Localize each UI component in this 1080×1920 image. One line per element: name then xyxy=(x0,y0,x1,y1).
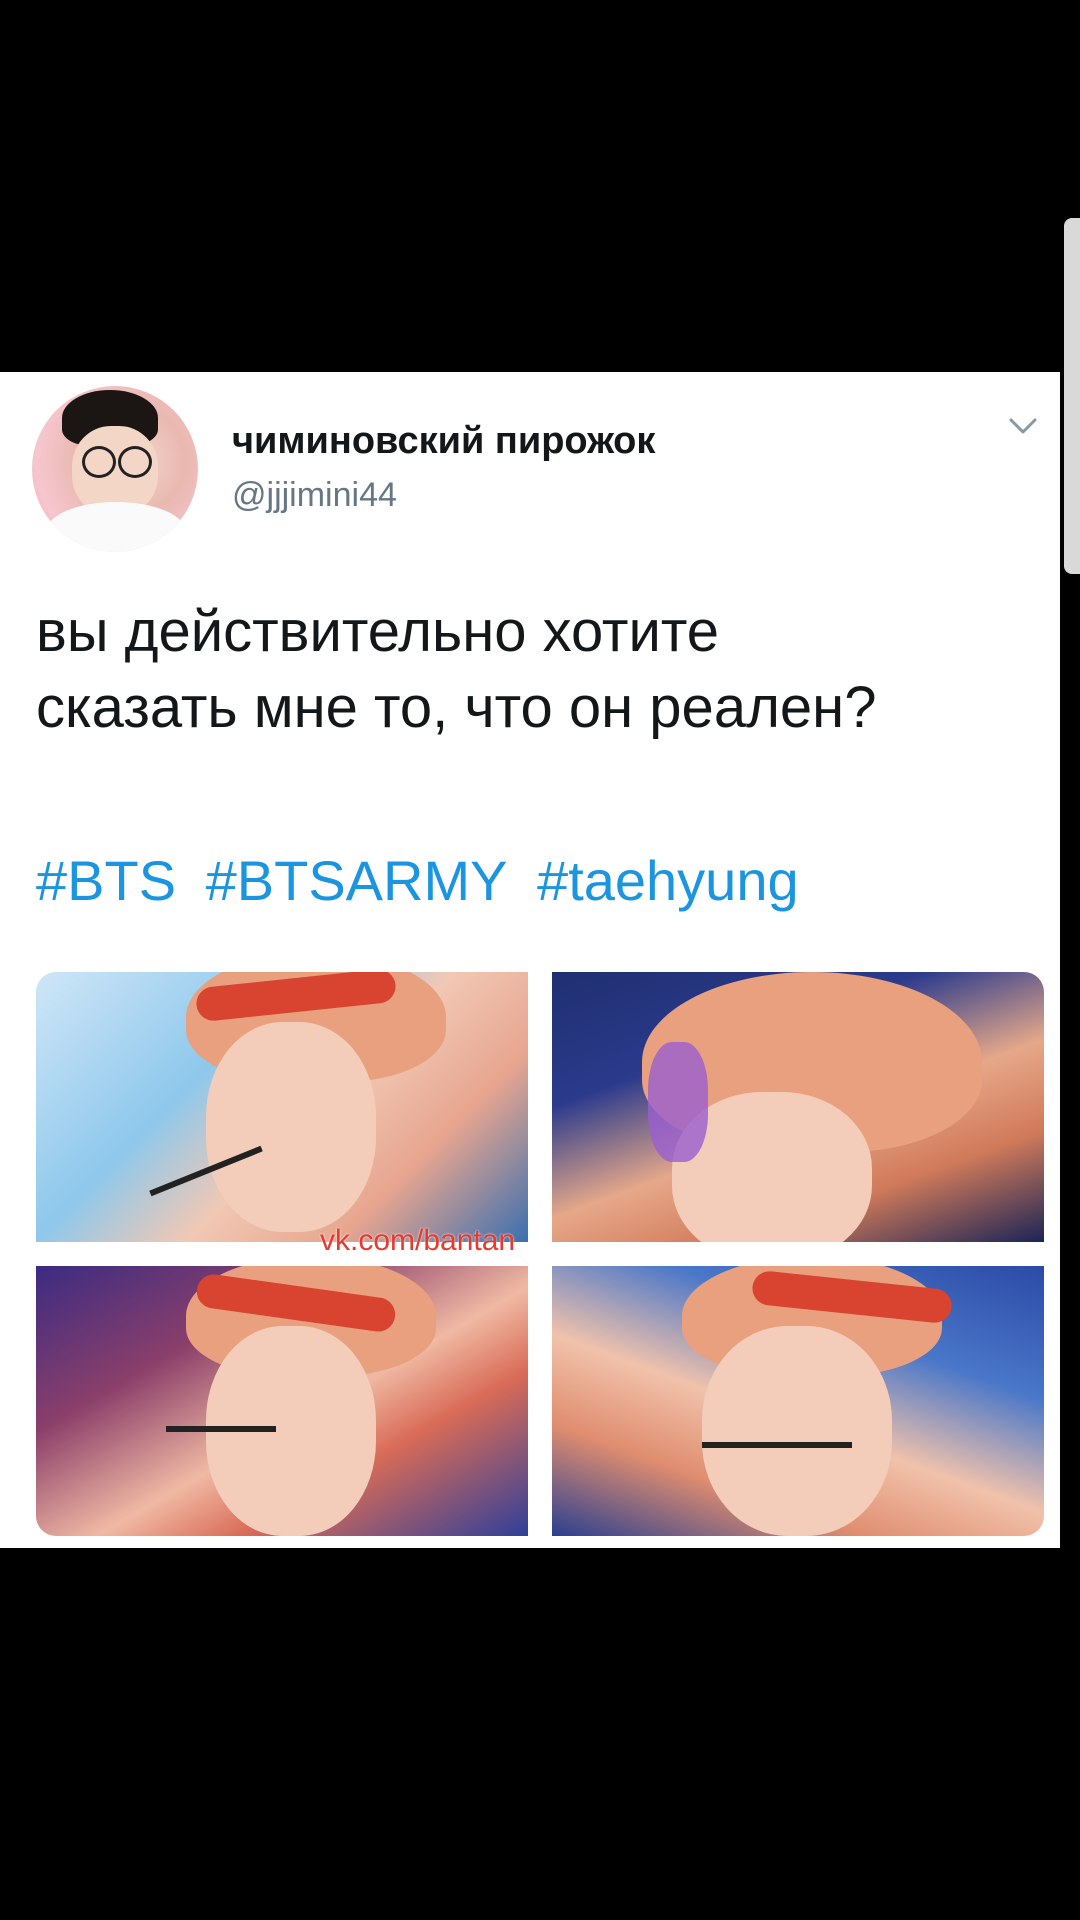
tweet-text: вы действительно хотите сказать мне то, … xyxy=(36,594,1036,746)
user-handle[interactable]: @jjjimini44 xyxy=(232,476,397,515)
scroll-indicator[interactable] xyxy=(1064,218,1080,574)
photo-purple-hair xyxy=(648,1042,708,1162)
avatar-glasses-right xyxy=(118,446,152,478)
display-name[interactable]: чиминовский пирожок xyxy=(232,420,655,463)
hashtag-bts[interactable]: #BTS xyxy=(36,849,176,912)
photo-microphone xyxy=(166,1426,276,1432)
screen: чиминовский пирожок @jjjimini44 вы дейст… xyxy=(0,0,1080,1920)
hashtags: #BTS #BTSARMY #taehyung xyxy=(36,848,813,913)
tweet-text-line-2: сказать мне то, что он реален? xyxy=(36,675,877,740)
photo-3[interactable] xyxy=(36,1266,528,1536)
hashtag-btsarmy[interactable]: #BTSARMY xyxy=(206,849,508,912)
photo-face xyxy=(206,1022,376,1232)
watermark: vk.com/bantan xyxy=(320,1224,516,1257)
photo-2[interactable] xyxy=(552,972,1044,1242)
hashtag-taehyung[interactable]: #taehyung xyxy=(537,849,799,912)
photo-microphone xyxy=(702,1442,852,1448)
photo-face xyxy=(702,1326,892,1536)
photo-4[interactable] xyxy=(552,1266,1044,1536)
chevron-down-icon[interactable] xyxy=(1008,416,1038,436)
avatar[interactable] xyxy=(32,386,198,552)
avatar-glasses-left xyxy=(82,446,116,478)
tweet-text-line-1: вы действительно хотите xyxy=(36,599,720,664)
photo-1[interactable] xyxy=(36,972,528,1242)
tweet-card[interactable]: чиминовский пирожок @jjjimini44 вы дейст… xyxy=(0,372,1060,1548)
avatar-shirt xyxy=(46,502,186,552)
